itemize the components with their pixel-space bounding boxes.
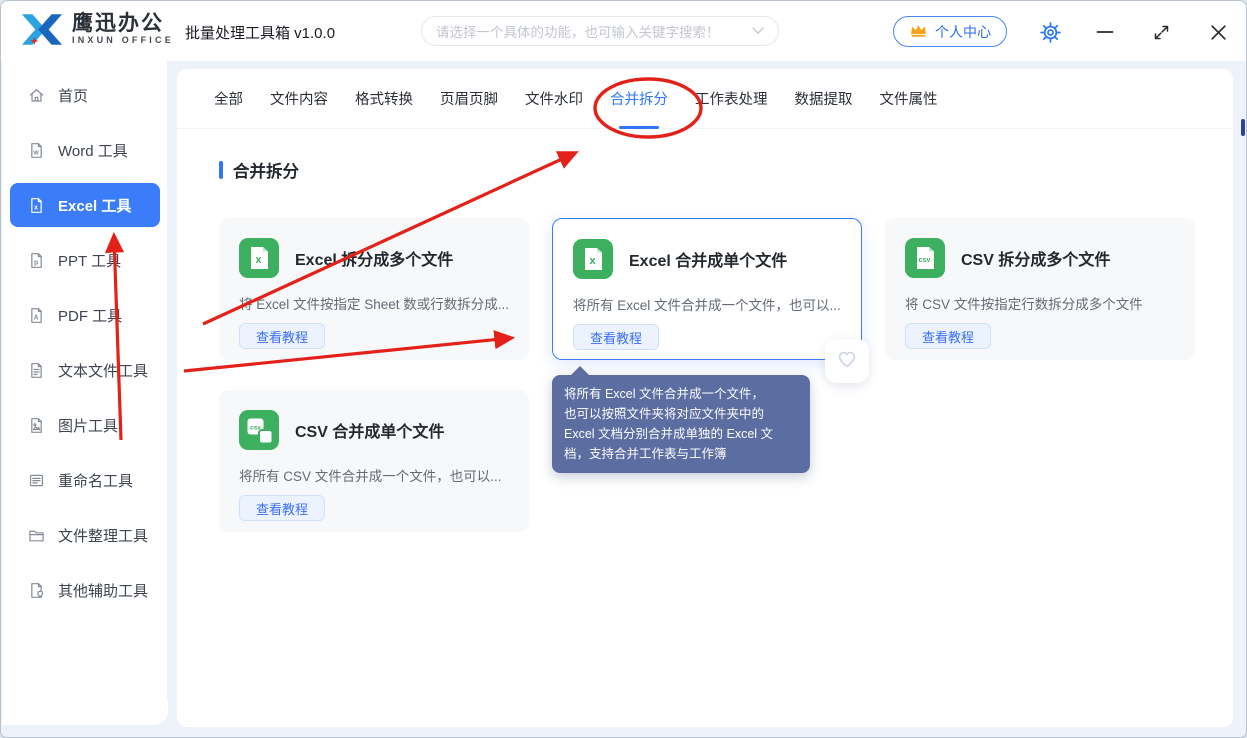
minimize-button[interactable]	[1095, 25, 1115, 39]
svg-text:p: p	[34, 259, 38, 266]
sidebar-item-6[interactable]: 图片工具	[10, 403, 160, 447]
resize-button[interactable]	[1151, 22, 1171, 42]
category-tabs: 全部文件内容格式转换页眉页脚文件水印合并拆分工作表处理数据提取文件属性	[177, 69, 1233, 129]
brand-name-en: INXUN OFFICE	[72, 35, 174, 46]
main-panel: 全部文件内容格式转换页眉页脚文件水印合并拆分工作表处理数据提取文件属性 合并拆分…	[177, 69, 1233, 727]
tab-0[interactable]: 全部	[214, 69, 243, 129]
svg-text:csv: csv	[919, 257, 931, 264]
card-tooltip: 将所有 Excel 文件合并成一个文件， 也可以按照文件夹将对应文件夹中的 Ex…	[552, 375, 810, 473]
tab-5[interactable]: 合并拆分	[610, 69, 668, 129]
card-title: Excel 合并成单个文件	[629, 247, 787, 271]
svg-text:x: x	[589, 255, 596, 267]
tooltip-line: 将所有 Excel 文件合并成一个文件，	[564, 384, 798, 404]
svg-text:x: x	[255, 254, 262, 266]
card-description: 将所有 Excel 文件合并成一个文件，也可以...	[573, 294, 841, 314]
doc-word-icon: w	[28, 142, 45, 159]
tab-1[interactable]: 文件内容	[270, 69, 328, 129]
card-title: CSV 合并成单个文件	[295, 418, 444, 442]
excel-split-icon: x	[239, 238, 279, 278]
tooltip-line: 档，支持合并工作表与工作簿	[564, 444, 798, 464]
sidebar-item-9[interactable]: 其他辅助工具	[10, 568, 160, 612]
home-icon	[28, 87, 45, 104]
csv-split-icon: csv	[905, 238, 945, 278]
card-title: CSV 拆分成多个文件	[961, 246, 1110, 270]
svg-text:w: w	[32, 149, 39, 156]
folder-icon	[28, 527, 45, 544]
tab-6[interactable]: 工作表处理	[695, 69, 768, 129]
sidebar-item-label: 文本文件工具	[58, 360, 148, 381]
chevron-down-icon	[752, 22, 764, 40]
view-tutorial-button[interactable]: 查看教程	[573, 324, 659, 350]
section-accent-bar	[219, 161, 223, 179]
excel-merge-icon: x	[573, 239, 613, 279]
app-window: 鹰迅办公 INXUN OFFICE 批量处理工具箱 v1.0.0 请选择一个具体…	[0, 0, 1247, 738]
tab-7[interactable]: 数据提取	[795, 69, 853, 129]
scrollbar-thumb[interactable]	[1241, 119, 1245, 136]
tab-2[interactable]: 格式转换	[355, 69, 413, 129]
brand-name-cn: 鹰迅办公	[72, 13, 174, 35]
doc-pdf-icon: A	[28, 307, 45, 324]
feature-card-2[interactable]: csv CSV 拆分成多个文件 将 CSV 文件按指定行数拆分成多个文件 查看教…	[885, 218, 1195, 360]
card-description: 将所有 CSV 文件合并成一个文件，也可以...	[239, 465, 509, 485]
sidebar-item-label: 首页	[58, 85, 88, 106]
doc-image-icon	[28, 417, 45, 434]
function-select[interactable]: 请选择一个具体的功能，也可输入关键字搜索！	[421, 16, 779, 46]
sidebar-list: 首页 w Word 工具 x Excel 工具 p PPT 工具 A PDF 工…	[2, 73, 168, 612]
card-title: Excel 拆分成多个文件	[295, 246, 453, 270]
section-header: 合并拆分	[219, 158, 1233, 182]
crown-icon	[909, 22, 928, 41]
feature-card-3[interactable]: csv CSV 合并成单个文件 将所有 CSV 文件合并成一个文件，也可以...…	[219, 390, 529, 532]
sidebar-item-label: 其他辅助工具	[58, 580, 148, 601]
personal-center-button[interactable]: 个人中心	[893, 16, 1007, 47]
sidebar-item-label: Word 工具	[58, 140, 128, 161]
sidebar-item-3[interactable]: p PPT 工具	[10, 238, 160, 282]
tab-3[interactable]: 页眉页脚	[440, 69, 498, 129]
sidebar-item-1[interactable]: w Word 工具	[10, 128, 160, 172]
tab-8[interactable]: 文件属性	[880, 69, 938, 129]
feature-card-1[interactable]: x Excel 合并成单个文件 将所有 Excel 文件合并成一个文件，也可以.…	[552, 218, 862, 360]
svg-text:x: x	[34, 204, 38, 211]
svg-text:A: A	[34, 314, 39, 321]
sidebar-item-5[interactable]: 文本文件工具	[10, 348, 160, 392]
tooltip-line: Excel 文档分别合并成单独的 Excel 文	[564, 424, 798, 444]
favorite-heart-button[interactable]	[825, 339, 869, 383]
sidebar-item-7[interactable]: 重命名工具	[10, 458, 160, 502]
view-tutorial-button[interactable]: 查看教程	[239, 495, 325, 521]
sidebar-item-label: PPT 工具	[58, 250, 121, 271]
app-title: 批量处理工具箱 v1.0.0	[185, 22, 335, 43]
sidebar-item-label: 文件整理工具	[58, 525, 148, 546]
close-button[interactable]	[1207, 21, 1229, 43]
sidebar-item-label: 重命名工具	[58, 470, 133, 491]
doc-text-icon	[28, 362, 45, 379]
personal-center-label: 个人中心	[935, 22, 991, 42]
section-title: 合并拆分	[233, 158, 299, 182]
view-tutorial-button[interactable]: 查看教程	[239, 323, 325, 349]
sidebar-item-2[interactable]: x Excel 工具	[10, 183, 160, 227]
heart-icon	[836, 348, 858, 375]
sidebar-item-label: PDF 工具	[58, 305, 122, 326]
sidebar-item-label: Excel 工具	[58, 195, 131, 216]
sidebar-item-label: 图片工具	[58, 415, 118, 436]
function-select-placeholder: 请选择一个具体的功能，也可输入关键字搜索！	[436, 21, 720, 41]
sidebar-item-0[interactable]: 首页	[10, 73, 160, 117]
card-description: 将 Excel 文件按指定 Sheet 数或行数拆分成...	[239, 293, 509, 313]
sidebar-item-8[interactable]: 文件整理工具	[10, 513, 160, 557]
feature-card-0[interactable]: x Excel 拆分成多个文件 将 Excel 文件按指定 Sheet 数或行数…	[219, 218, 529, 360]
view-tutorial-button[interactable]: 查看教程	[905, 323, 991, 349]
tooltip-line: 也可以按照文件夹将对应文件夹中的	[564, 404, 798, 424]
doc-excel-icon: x	[28, 197, 45, 214]
sidebar: 首页 w Word 工具 x Excel 工具 p PPT 工具 A PDF 工…	[2, 61, 168, 725]
card-description: 将 CSV 文件按指定行数拆分成多个文件	[905, 293, 1175, 313]
rename-icon	[28, 472, 45, 489]
csv-merge-icon: csv	[239, 410, 279, 450]
topbar: 鹰迅办公 INXUN OFFICE 批量处理工具箱 v1.0.0 请选择一个具体…	[1, 1, 1246, 61]
doc-shield-icon	[28, 582, 45, 599]
settings-gear-icon[interactable]	[1039, 21, 1061, 43]
doc-ppt-icon: p	[28, 252, 45, 269]
app-logo: 鹰迅办公 INXUN OFFICE	[21, 12, 174, 47]
tab-4[interactable]: 文件水印	[525, 69, 583, 129]
sidebar-item-4[interactable]: A PDF 工具	[10, 293, 160, 337]
brand-x-icon	[21, 12, 63, 47]
